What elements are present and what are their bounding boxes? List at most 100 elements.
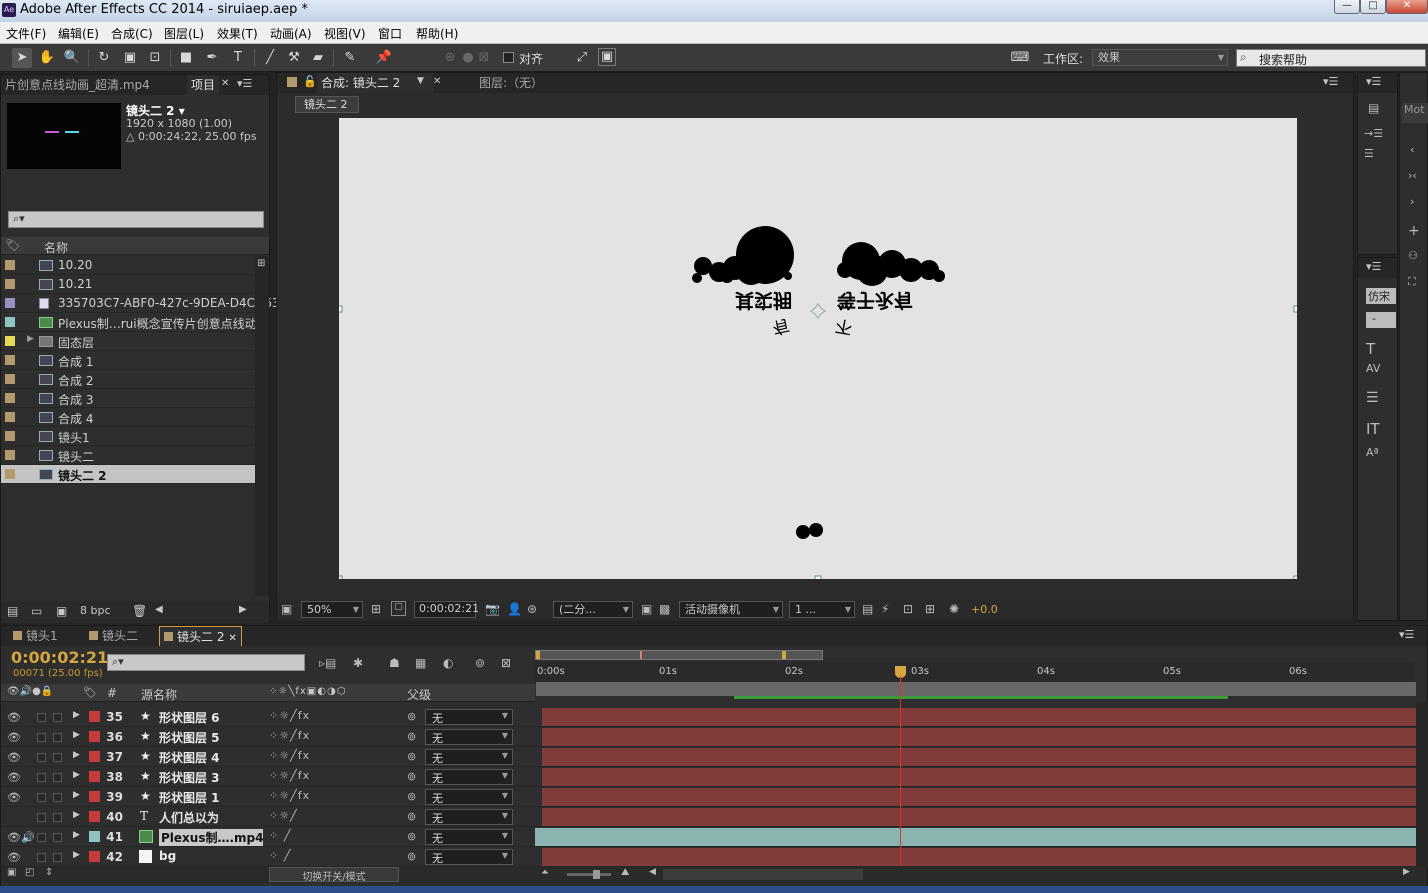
close-icon[interactable]: ✕	[433, 76, 441, 87]
solo-switch[interactable]	[37, 853, 46, 862]
label-column-icon[interactable]: 🏷	[83, 686, 97, 699]
scroll-right-icon[interactable]: ▶	[1403, 867, 1410, 877]
lock-switch[interactable]	[53, 813, 62, 822]
lock-icon[interactable]: 🔓	[303, 75, 317, 88]
list-item[interactable]: 10.21	[1, 275, 255, 294]
list-item[interactable]: 合成 3	[1, 389, 255, 408]
timeline-icon[interactable]: ⊡	[903, 602, 913, 616]
zoom-out-icon[interactable]: ⏶	[541, 867, 549, 878]
tab-timeline-1[interactable]: 镜头1	[9, 626, 62, 646]
hand-tool-icon[interactable]: ✋	[37, 48, 57, 68]
lock-switch[interactable]	[53, 713, 62, 722]
region-of-interest-icon[interactable]: ▣	[641, 602, 652, 616]
panel-menu-icon[interactable]: ▾☰	[1366, 75, 1381, 88]
zoom-in-icon[interactable]: ⛰	[621, 867, 629, 878]
pen-tool-icon[interactable]: ✒	[202, 48, 222, 68]
parent-dropdown[interactable]: 无	[425, 729, 513, 745]
resolution-dropdown[interactable]: (二分...	[553, 601, 633, 618]
layer-duration-bar[interactable]	[542, 728, 1416, 746]
expand-triangle-icon[interactable]: ▶	[73, 770, 80, 780]
layer-switches[interactable]: ⁘☼╱fx	[269, 749, 310, 762]
panel-menu-icon[interactable]: ▾☰	[237, 77, 252, 90]
work-area-end-handle[interactable]	[782, 651, 786, 659]
pickwhip-icon[interactable]: ⊚	[407, 850, 416, 863]
label-color[interactable]	[89, 771, 100, 782]
trash-icon[interactable]: 🗑	[132, 604, 147, 618]
timeline-search-input[interactable]: ⌕▾	[107, 654, 305, 671]
table-row[interactable]: 👁 ▶ 38 ★ 形状图层 3 ⁘☼╱fx ⊚ 无	[1, 767, 1428, 787]
panel-menu-icon[interactable]: ▾☰	[1323, 75, 1338, 88]
panel-label[interactable]: Mot	[1402, 103, 1428, 123]
column-source-name[interactable]: 源名称	[141, 686, 177, 703]
solo-switch[interactable]	[37, 793, 46, 802]
work-area-start-handle[interactable]	[536, 651, 540, 659]
menu-composition[interactable]: 合成(C)	[111, 25, 153, 42]
list-item[interactable]: 合成 4	[1, 408, 255, 427]
pickwhip-icon[interactable]: ⊚	[407, 830, 416, 843]
snap-checkbox[interactable]	[503, 52, 514, 63]
zoom-dropdown[interactable]: 50%	[301, 601, 363, 618]
comp-mini-flowchart-icon[interactable]: ▹▤	[319, 656, 336, 670]
breadcrumb[interactable]: 镜头二 2	[295, 96, 359, 113]
parent-dropdown[interactable]: 无	[425, 749, 513, 765]
lock-switch[interactable]	[53, 753, 62, 762]
chevron-left-icon[interactable]: ‹	[1410, 143, 1414, 156]
new-composition-icon[interactable]: ▣	[56, 604, 67, 618]
show-snapshot-icon[interactable]: 👤	[507, 602, 522, 616]
roto-brush-tool-icon[interactable]: ✎	[340, 48, 360, 68]
label-color[interactable]	[89, 751, 100, 762]
solo-switch[interactable]	[37, 813, 46, 822]
chevron-down-icon[interactable]: ▼	[417, 76, 424, 86]
flowchart-icon[interactable]: ⊞	[257, 258, 265, 269]
table-row[interactable]: 👁🔊 ▶ 41 Plexus制….mp4 ⁘ ╱ ⊚ 无	[1, 827, 1428, 847]
tab-composition[interactable]: 合成: 镜头二 2	[317, 73, 433, 93]
exposure-value[interactable]: +0.0	[971, 603, 998, 616]
menu-file[interactable]: 文件(F)	[6, 25, 46, 42]
menu-help[interactable]: 帮助(H)	[416, 25, 458, 42]
panel-menu-icon[interactable]: ▾☰	[1366, 260, 1381, 273]
pan-behind-tool-icon[interactable]: ⊡	[145, 48, 165, 68]
layer-duration-bar[interactable]	[542, 788, 1416, 806]
rotate-tool-icon[interactable]: ↻	[94, 48, 114, 68]
toggle-switches-modes-button[interactable]: 切换开关/模式	[269, 867, 399, 883]
brush-tool-icon[interactable]: ╱	[260, 48, 280, 68]
list-item[interactable]: 合成 2	[1, 370, 255, 389]
table-row[interactable]: 👁 ▶ 39 ★ 形状图层 1 ⁘☼╱fx ⊚ 无	[1, 787, 1428, 807]
lock-switch[interactable]	[53, 833, 62, 842]
views-dropdown[interactable]: 1 ...	[789, 601, 855, 618]
transparency-grid-icon[interactable]: ▩	[659, 602, 670, 616]
lock-switch[interactable]	[53, 733, 62, 742]
align-icon[interactable]: ▤	[1368, 101, 1379, 115]
layer-switches[interactable]: ⁘☼╱fx	[269, 729, 310, 742]
indent-left-icon[interactable]: →☰	[1364, 127, 1383, 140]
fast-previews-icon[interactable]: ⚡	[881, 602, 889, 616]
zoom-tool-icon[interactable]: 🔍	[62, 48, 82, 68]
parent-dropdown[interactable]: 无	[425, 709, 513, 725]
new-folder-icon[interactable]: ▭	[31, 604, 42, 618]
expand-triangle-icon[interactable]: ▶	[73, 850, 80, 860]
selection-tool-icon[interactable]: ➤	[12, 48, 32, 68]
layer-duration-bar[interactable]	[542, 708, 1416, 726]
flowchart-icon[interactable]: ⊞	[925, 602, 935, 616]
list-item[interactable]: ▶ 固态层	[1, 332, 255, 351]
parent-dropdown[interactable]: 无	[425, 829, 513, 845]
font-style-field[interactable]: -	[1366, 312, 1396, 328]
time-ruler[interactable]: 0:00s 01s 02s 03s 04s 05s 06s	[535, 662, 1415, 684]
label-color[interactable]	[89, 851, 100, 862]
snap-edges-icon[interactable]: ▣	[598, 48, 616, 66]
label-color[interactable]	[89, 731, 100, 742]
eye-icon[interactable]: 👁	[7, 851, 21, 864]
snap-options-icon[interactable]: ⤢	[572, 48, 592, 68]
label-color[interactable]	[89, 811, 100, 822]
eye-icon[interactable]: 👁	[7, 791, 21, 804]
axis-mode-icon[interactable]: ⊕	[440, 48, 460, 68]
hide-shy-layers-icon[interactable]: ☗	[389, 656, 400, 670]
pickwhip-icon[interactable]: ⊚	[407, 770, 416, 783]
zoom-slider[interactable]	[567, 870, 611, 879]
tab-project[interactable]: 项目	[187, 75, 220, 95]
lock-switch[interactable]	[53, 773, 62, 782]
grid-guides-icon[interactable]: ⊞	[371, 602, 381, 616]
work-area-bar[interactable]	[535, 650, 823, 660]
expand-triangle-icon[interactable]: ▶	[73, 810, 80, 820]
tab-timeline-2[interactable]: 镜头二	[85, 626, 142, 646]
